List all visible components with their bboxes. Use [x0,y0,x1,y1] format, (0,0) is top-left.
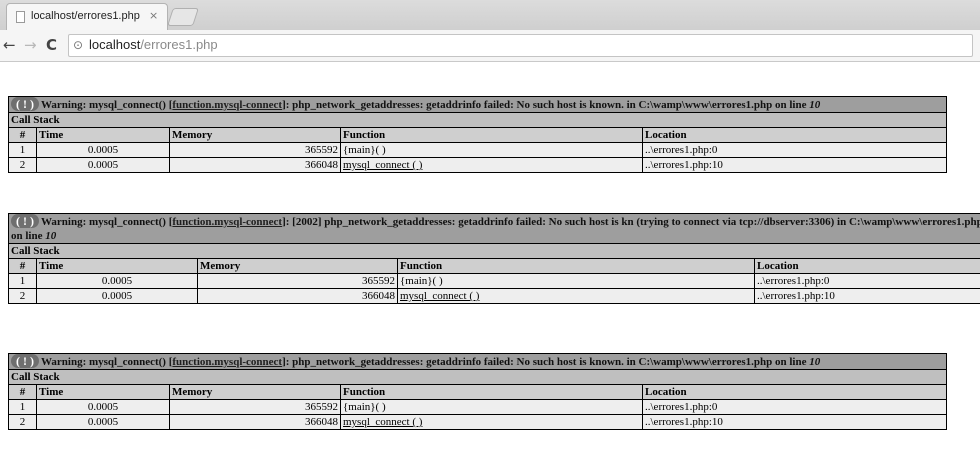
cell-memory: 366048 [197,288,398,304]
cell-memory: 366048 [169,414,341,430]
cell-location: ..\errores1.php:10 [753,288,980,304]
cell-time: 0.0005 [36,288,198,304]
call-stack-heading: Call Stack [7,112,948,128]
reload-icon[interactable]: C [46,36,57,54]
cell-location: ..\errores1.php:10 [641,414,948,430]
globe-icon: ⊙ [73,38,84,52]
col-header-function: Function [397,258,755,274]
cell-num: 1 [8,142,37,158]
tab-close-icon[interactable]: × [149,9,158,22]
cell-num: 2 [8,288,37,304]
warning-text: ]: php_network_getaddresses: getaddrinfo… [282,99,810,111]
cell-time: 0.0005 [36,157,170,173]
cell-location: ..\errores1.php:10 [641,157,948,173]
cell-num: 2 [8,157,37,173]
col-header-time: Time [36,258,198,274]
url-text: localhost/errores1.php [89,37,218,52]
call-stack-heading: Call Stack [7,369,948,385]
col-header-num: # [8,127,37,143]
warning-line-number: 10 [809,356,821,368]
xdebug-error-table: ( ! ) Warning: mysql_connect() [function.… [7,96,948,173]
col-header-memory: Memory [169,384,341,400]
col-header-num: # [8,258,37,274]
warning-text: ]: php_network_getaddresses: getaddrinfo… [282,356,810,368]
warning-prefix: Warning: mysql_connect() [ [41,356,173,368]
warning-message: ( ! ) Warning: mysql_connect() [function.… [7,96,948,113]
col-header-location: Location [641,384,948,400]
function-link[interactable]: mysql_connect ( ) [343,416,422,428]
table-row: 1 0.0005 365592 {main}( ) ..\errores1.ph… [8,142,948,158]
forward-arrow-icon[interactable]: → [24,36,37,54]
table-row: 2 0.0005 366048 mysql_connect ( ) ..\err… [8,414,948,430]
tab-title: localhost/errores1.php [31,10,140,22]
col-header-function: Function [340,384,643,400]
cell-memory: 365592 [169,399,341,415]
cell-memory: 365592 [197,273,398,289]
cell-time: 0.0005 [36,414,170,430]
function-doc-link[interactable]: function.mysql-connect [172,356,282,368]
warning-message: ( ! ) Warning: mysql_connect() [function.… [7,213,980,244]
function-link[interactable]: mysql_connect ( ) [343,159,422,171]
tab-strip: localhost/errores1.php × [0,0,980,31]
browser-tab[interactable]: localhost/errores1.php × [6,3,168,30]
back-arrow-icon[interactable]: ← [3,36,16,54]
table-row: 2 0.0005 366048 mysql_connect ( ) ..\err… [8,157,948,173]
cell-function: mysql_connect ( ) [340,157,643,173]
warning-badge: ( ! ) [11,97,39,111]
table-row: 2 0.0005 366048 mysql_connect ( ) ..\err… [8,288,980,304]
function-link[interactable]: mysql_connect ( ) [400,290,479,302]
col-header-num: # [8,384,37,400]
url-host: localhost [89,37,141,52]
xdebug-error-table: ( ! ) Warning: mysql_connect() [function.… [7,353,948,430]
new-tab-button[interactable] [167,8,199,26]
table-row: 1 0.0005 365592 {main}( ) ..\errores1.ph… [8,399,948,415]
address-bar[interactable]: ⊙ localhost/errores1.php [68,34,973,57]
warning-line-number: 10 [45,230,57,242]
cell-memory: 365592 [169,142,341,158]
warning-badge: ( ! ) [11,214,39,228]
col-header-time: Time [36,127,170,143]
cell-num: 2 [8,414,37,430]
cell-num: 1 [8,273,37,289]
warning-line-number: 10 [809,99,821,111]
col-header-location: Location [641,127,948,143]
col-header-location: Location [753,258,980,274]
warning-prefix: Warning: mysql_connect() [ [41,216,173,228]
col-header-time: Time [36,384,170,400]
cell-function: {main}( ) [340,142,643,158]
col-header-memory: Memory [169,127,341,143]
cell-memory: 366048 [169,157,341,173]
cell-function: {main}( ) [397,273,755,289]
cell-function: mysql_connect ( ) [397,288,755,304]
cell-time: 0.0005 [36,142,170,158]
col-header-memory: Memory [197,258,398,274]
page-icon [16,11,25,23]
cell-function: {main}( ) [340,399,643,415]
cell-num: 1 [8,399,37,415]
url-path: /errores1.php [140,37,218,52]
cell-time: 0.0005 [36,399,170,415]
function-doc-link[interactable]: function.mysql-connect [172,99,282,111]
warning-badge: ( ! ) [11,354,39,368]
warning-prefix: Warning: mysql_connect() [ [41,99,173,111]
col-header-function: Function [340,127,643,143]
cell-location: ..\errores1.php:0 [753,273,980,289]
browser-chrome: localhost/errores1.php × ← → C ⊙ localho… [0,0,980,62]
function-doc-link[interactable]: function.mysql-connect [172,216,282,228]
warning-message: ( ! ) Warning: mysql_connect() [function.… [7,353,948,370]
browser-toolbar: ← → C ⊙ localhost/errores1.php [0,30,980,62]
cell-time: 0.0005 [36,273,198,289]
cell-location: ..\errores1.php:0 [641,399,948,415]
cell-function: mysql_connect ( ) [340,414,643,430]
cell-location: ..\errores1.php:0 [641,142,948,158]
xdebug-error-table: ( ! ) Warning: mysql_connect() [function.… [7,213,980,304]
call-stack-heading: Call Stack [7,243,980,259]
table-row: 1 0.0005 365592 {main}( ) ..\errores1.ph… [8,273,980,289]
